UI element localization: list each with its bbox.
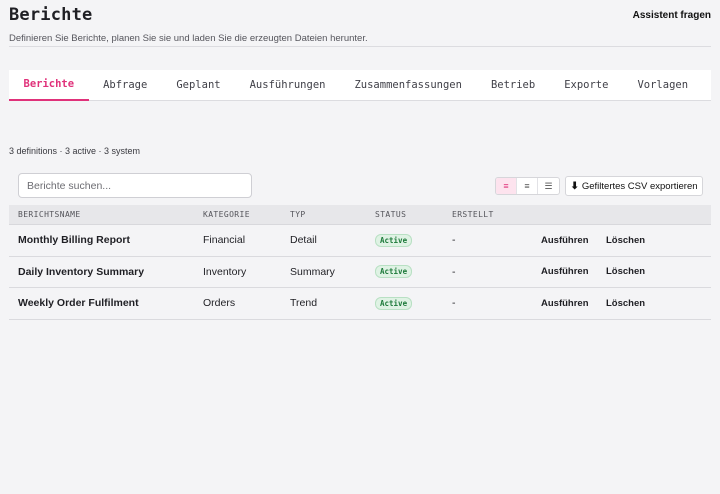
run-button[interactable]: Ausführen — [541, 235, 589, 246]
delete-button[interactable]: Löschen — [606, 266, 645, 277]
report-category: Orders — [203, 297, 236, 310]
page-subtitle: Definieren Sie Berichte, planen Sie sie … — [9, 33, 368, 44]
tab-abfrage[interactable]: Abfrage — [89, 70, 162, 101]
report-type: Summary — [290, 265, 335, 278]
column-header-name[interactable]: BERICHTSNAME — [18, 210, 81, 219]
report-name: Daily Inventory Summary — [18, 265, 145, 278]
delete-button[interactable]: Löschen — [606, 235, 645, 246]
page-title: Berichte — [9, 5, 93, 25]
status-cell: Active — [375, 296, 413, 310]
export-csv-button[interactable]: ⬇ Gefiltertes CSV exportieren — [565, 176, 703, 196]
table-row: Weekly Order Fulfilment Orders Trend Act… — [9, 288, 711, 320]
report-created: - — [452, 297, 456, 310]
reports-table: BERICHTSNAME KATEGORIE TYP STATUS ERSTEL… — [9, 205, 711, 320]
definitions-summary: 3 definitions · 3 active · 3 system — [9, 146, 141, 156]
status-badge: Active — [375, 296, 413, 310]
report-created: - — [452, 265, 456, 278]
tab-vorlagen[interactable]: Vorlagen — [623, 70, 703, 101]
run-button[interactable]: Ausführen — [541, 298, 589, 309]
report-created: - — [452, 234, 456, 247]
report-category: Inventory — [203, 265, 247, 278]
run-button[interactable]: Ausführen — [541, 266, 589, 277]
status-cell: Active — [375, 265, 413, 279]
status-badge: Active — [375, 265, 413, 279]
report-type: Detail — [290, 234, 317, 247]
tab-geplant[interactable]: Geplant — [162, 70, 235, 101]
tab-bar: Berichte Abfrage Geplant Ausführungen Zu… — [9, 70, 711, 101]
column-header-category[interactable]: KATEGORIE — [203, 210, 250, 219]
report-category: Financial — [203, 234, 246, 247]
dense-view-icon[interactable]: ☰ — [538, 178, 559, 194]
page-header: Berichte Definieren Sie Berichte, planen… — [9, 5, 711, 44]
download-icon: ⬇ — [570, 180, 579, 192]
tab-exporte[interactable]: Exporte — [550, 70, 623, 101]
export-csv-label: Gefiltertes CSV exportieren — [581, 180, 698, 192]
tab-ausfuehrungen[interactable]: Ausführungen — [235, 70, 340, 101]
compact-view-icon[interactable]: ≡ — [517, 178, 538, 194]
delete-button[interactable]: Löschen — [606, 298, 645, 309]
column-header-created[interactable]: ERSTELLT — [452, 210, 494, 219]
table-row: Daily Inventory Summary Inventory Summar… — [9, 257, 711, 288]
report-type: Trend — [290, 297, 318, 310]
tab-zusammenfassungen[interactable]: Zusammenfassungen — [340, 70, 476, 101]
status-cell: Active — [375, 233, 413, 247]
search-input[interactable] — [18, 173, 252, 198]
report-name: Weekly Order Fulfilment — [18, 297, 139, 310]
header-divider — [9, 46, 711, 47]
report-name: Monthly Billing Report — [18, 234, 130, 247]
ask-assistant-button[interactable]: Assistent fragen — [633, 10, 711, 21]
list-view-icon[interactable]: ≡ — [496, 178, 517, 194]
view-toggle: ≡ ≡ ☰ — [495, 177, 560, 195]
tab-berichte[interactable]: Berichte — [9, 70, 89, 101]
table-row: Monthly Billing Report Financial Detail … — [9, 225, 711, 257]
table-header: BERICHTSNAME KATEGORIE TYP STATUS ERSTEL… — [9, 205, 711, 225]
tab-betrieb[interactable]: Betrieb — [476, 70, 549, 101]
column-header-status[interactable]: STATUS — [375, 210, 406, 219]
column-header-type[interactable]: TYP — [290, 210, 306, 219]
status-badge: Active — [375, 233, 413, 247]
